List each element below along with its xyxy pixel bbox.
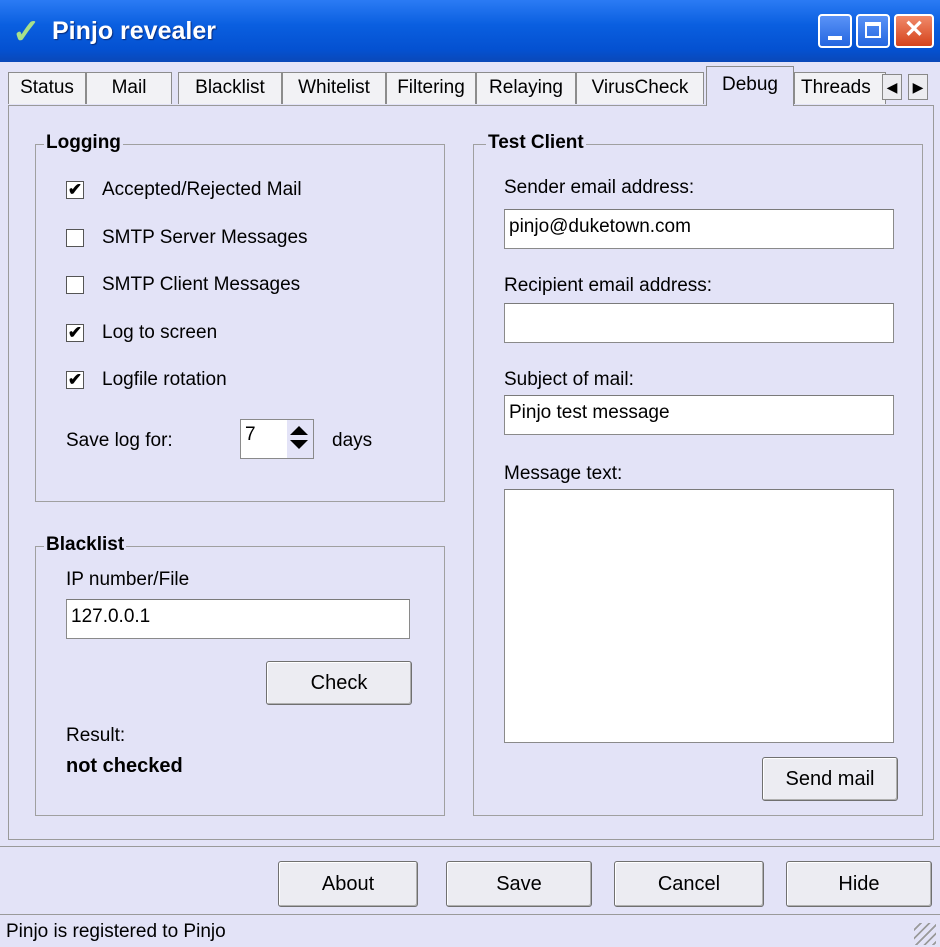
blacklist-group-title: Blacklist bbox=[44, 534, 127, 556]
checkbox-box[interactable] bbox=[66, 276, 84, 294]
days-label: days bbox=[332, 430, 373, 451]
send-mail-button[interactable]: Send mail bbox=[762, 757, 898, 801]
logging-group-title: Logging bbox=[44, 132, 123, 154]
tab-filtering[interactable]: Filtering bbox=[386, 72, 476, 104]
checkbox-box[interactable] bbox=[66, 229, 84, 247]
spin-down-icon[interactable] bbox=[290, 440, 308, 449]
app-window: ✓ Pinjo revealer ✕ Status Mail Blacklist… bbox=[0, 0, 940, 947]
spinner-value[interactable]: 7 bbox=[245, 424, 256, 446]
spinner-buttons[interactable] bbox=[287, 420, 313, 458]
minimize-icon bbox=[828, 36, 842, 40]
checkbox-box[interactable]: ✔ bbox=[66, 181, 84, 199]
tab-blacklist[interactable]: Blacklist bbox=[178, 72, 282, 104]
about-button[interactable]: About bbox=[278, 861, 418, 907]
hide-button[interactable]: Hide bbox=[786, 861, 932, 907]
subject-label: Subject of mail: bbox=[504, 369, 634, 390]
check-button[interactable]: Check bbox=[266, 661, 412, 705]
checkbox-label: Logfile rotation bbox=[102, 369, 227, 390]
checkbox-label: SMTP Client Messages bbox=[102, 274, 301, 295]
maximize-icon bbox=[865, 22, 881, 38]
message-text-area[interactable] bbox=[504, 489, 894, 743]
minimize-button[interactable] bbox=[818, 14, 852, 48]
close-button[interactable]: ✕ bbox=[894, 14, 934, 48]
logging-group: Logging ✔ Accepted/Rejected Mail SMTP Se… bbox=[35, 132, 445, 502]
window-title: Pinjo revealer bbox=[52, 17, 216, 45]
cancel-button[interactable]: Cancel bbox=[614, 861, 764, 907]
blacklist-group: Blacklist IP number/File 127.0.0.1 Check… bbox=[35, 534, 445, 816]
tab-status[interactable]: Status bbox=[8, 72, 86, 104]
result-value: not checked bbox=[66, 755, 183, 777]
title-bar[interactable]: ✓ Pinjo revealer ✕ bbox=[0, 0, 940, 62]
test-client-group: Test Client Sender email address: pinjo@… bbox=[473, 132, 923, 816]
ip-number-label: IP number/File bbox=[66, 569, 190, 590]
tab-whitelist[interactable]: Whitelist bbox=[282, 72, 386, 104]
recipient-email-input[interactable] bbox=[504, 303, 894, 343]
save-log-days-spinner[interactable]: 7 bbox=[240, 419, 314, 459]
spin-up-icon[interactable] bbox=[290, 426, 308, 435]
result-label: Result: bbox=[66, 725, 126, 746]
tab-threads[interactable]: Threads bbox=[794, 72, 886, 104]
maximize-button[interactable] bbox=[856, 14, 890, 48]
tab-scroll-right-icon[interactable]: ▶ bbox=[908, 74, 928, 100]
checkbox-box[interactable]: ✔ bbox=[66, 371, 84, 389]
app-check-icon: ✓ bbox=[12, 13, 41, 51]
sender-email-label: Sender email address: bbox=[504, 177, 695, 198]
checkbox-label: SMTP Server Messages bbox=[102, 227, 308, 248]
tab-mail[interactable]: Mail bbox=[86, 72, 172, 104]
checkbox-box[interactable]: ✔ bbox=[66, 324, 84, 342]
tab-scroll-left-icon[interactable]: ◀ bbox=[882, 74, 902, 100]
checkbox-label: Accepted/Rejected Mail bbox=[102, 179, 302, 200]
status-text: Pinjo is registered to Pinjo bbox=[6, 921, 226, 942]
checkbox-label: Log to screen bbox=[102, 322, 218, 343]
tab-viruscheck[interactable]: VirusCheck bbox=[576, 72, 704, 104]
debug-tab-page: Logging ✔ Accepted/Rejected Mail SMTP Se… bbox=[8, 105, 934, 840]
message-text-label: Message text: bbox=[504, 463, 623, 484]
tab-relaying[interactable]: Relaying bbox=[476, 72, 576, 104]
resize-grip-icon[interactable] bbox=[914, 923, 936, 945]
recipient-email-label: Recipient email address: bbox=[504, 275, 713, 296]
close-icon: ✕ bbox=[903, 16, 925, 43]
test-client-group-title: Test Client bbox=[486, 132, 586, 154]
dialog-button-bar: About Save Cancel Hide bbox=[0, 846, 940, 915]
save-button[interactable]: Save bbox=[446, 861, 592, 907]
ip-number-input[interactable]: 127.0.0.1 bbox=[66, 599, 410, 639]
save-log-label: Save log for: bbox=[66, 430, 173, 451]
status-bar: Pinjo is registered to Pinjo bbox=[0, 914, 940, 947]
tab-debug[interactable]: Debug bbox=[706, 66, 794, 106]
subject-input[interactable]: Pinjo test message bbox=[504, 395, 894, 435]
tab-strip: Status Mail Blacklist Whitelist Filterin… bbox=[8, 66, 938, 106]
sender-email-input[interactable]: pinjo@duketown.com bbox=[504, 209, 894, 249]
